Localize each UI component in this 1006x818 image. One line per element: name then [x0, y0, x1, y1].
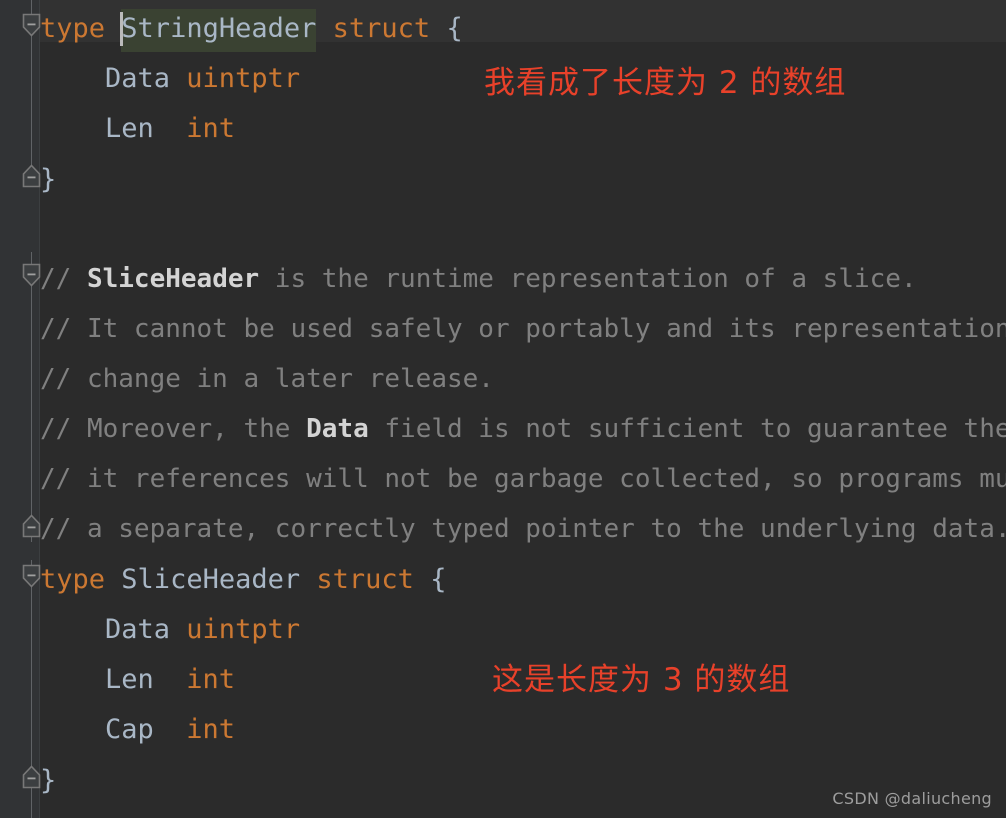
code-line-12[interactable]: type SliceHeader struct {: [40, 563, 446, 597]
field-data: Data: [105, 63, 171, 94]
brace-open: {: [446, 13, 463, 44]
code-line-4[interactable]: }: [40, 163, 56, 197]
annotation-top: 我看成了长度为 2 的数组: [484, 65, 847, 101]
comment-text: // It cannot be used safely or portably …: [40, 314, 1006, 344]
editor-gutter[interactable]: [0, 0, 40, 818]
code-line-3[interactable]: Len int: [105, 112, 235, 146]
fold-end-icon-comment[interactable]: [22, 514, 41, 538]
keyword-type: type: [40, 13, 106, 44]
keyword-struct: struct: [332, 13, 431, 44]
code-line-14[interactable]: Len int: [105, 663, 235, 697]
identifier-stringheader[interactable]: StringHeader: [121, 9, 317, 52]
brace-close: }: [40, 164, 57, 195]
comment-prefix: //: [40, 264, 87, 294]
comment-rest: field is not sufficient to guarantee the: [368, 414, 1006, 444]
field-len: Len: [105, 113, 154, 144]
brace-close: }: [40, 765, 57, 796]
type-int: int: [186, 113, 236, 144]
code-line-8[interactable]: // change in a later release.: [40, 362, 494, 396]
comment-bold-data: Data: [306, 414, 369, 444]
code-editor: type StringHeader struct { Data uintptr …: [0, 0, 1006, 818]
keyword-type: type: [40, 564, 106, 595]
comment-text: // it references will not be garbage col…: [40, 464, 1006, 494]
fold-collapse-icon-comment[interactable]: [22, 263, 41, 287]
fold-end-icon-sliceheader[interactable]: [22, 765, 41, 789]
code-line-2[interactable]: Data uintptr: [105, 62, 300, 96]
fold-collapse-icon-sliceheader[interactable]: [22, 564, 41, 588]
code-line-1[interactable]: type StringHeader struct {: [40, 9, 463, 52]
type-uintptr: uintptr: [186, 614, 301, 645]
code-line-15[interactable]: Cap int: [105, 713, 235, 747]
identifier-sliceheader: SliceHeader: [121, 564, 301, 595]
csdn-watermark: CSDN @daliucheng: [832, 789, 992, 808]
comment-text: // a separate, correctly typed pointer t…: [40, 514, 1006, 544]
code-line-16[interactable]: }: [40, 764, 56, 798]
code-line-13[interactable]: Data uintptr: [105, 613, 300, 647]
field-data: Data: [105, 614, 171, 645]
fold-spine-comment: [31, 252, 32, 542]
comment-prefix: // Moreover, the: [40, 414, 307, 444]
code-line-6[interactable]: // SliceHeader is the runtime representa…: [40, 262, 917, 296]
code-line-7[interactable]: // It cannot be used safely or portably …: [40, 312, 1006, 346]
annotation-bottom: 这是长度为 3 的数组: [492, 662, 791, 698]
text-caret: [120, 12, 123, 46]
field-cap: Cap: [105, 714, 154, 745]
comment-text: // change in a later release.: [40, 364, 494, 394]
code-line-11[interactable]: // a separate, correctly typed pointer t…: [40, 512, 1006, 546]
brace-open: {: [430, 564, 447, 595]
comment-bold-sliceheader: SliceHeader: [86, 264, 260, 294]
keyword-struct: struct: [316, 564, 414, 595]
fold-collapse-icon-stringheader[interactable]: [22, 13, 41, 37]
type-int: int: [186, 664, 236, 695]
comment-rest: is the runtime representation of a slice…: [259, 264, 917, 294]
gutter-divider: [39, 0, 40, 818]
field-len: Len: [105, 664, 154, 695]
type-int: int: [186, 714, 236, 745]
type-uintptr: uintptr: [186, 63, 301, 94]
code-line-10[interactable]: // it references will not be garbage col…: [40, 462, 1006, 496]
code-line-9[interactable]: // Moreover, the Data field is not suffi…: [40, 412, 1006, 446]
fold-end-icon-stringheader[interactable]: [22, 164, 41, 188]
